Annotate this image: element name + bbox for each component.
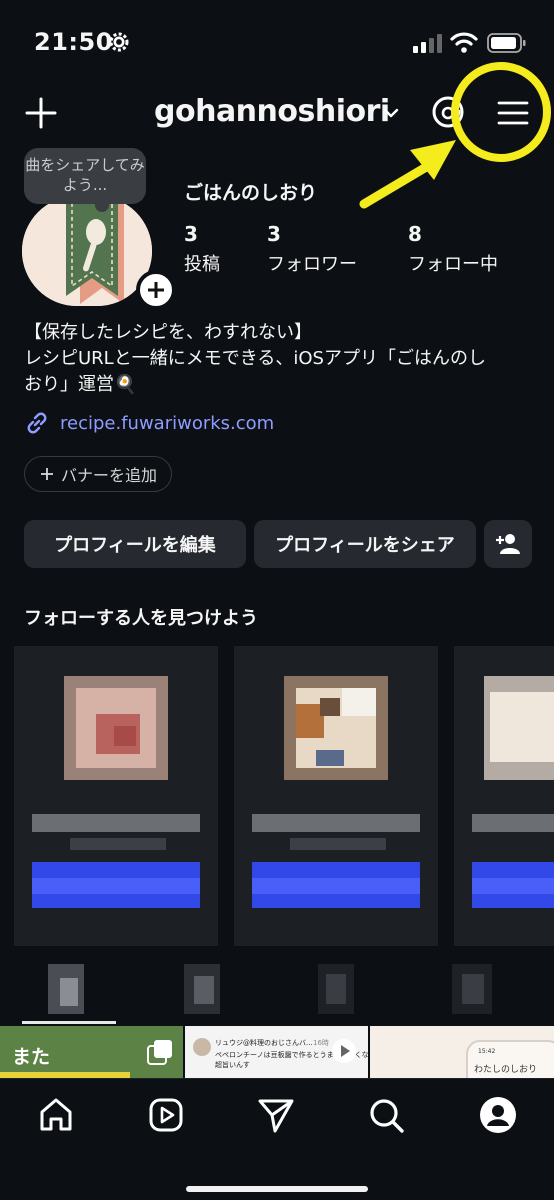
stat-following-label: フォロー中 [408,254,498,275]
reels-icon[interactable] [146,1095,186,1135]
bookmark-spoon-logo-icon [22,196,152,306]
threads-icon[interactable] [430,94,466,130]
posts-grid: また リュウジ@料理のおじさんバ... 16時 ペペロンチーノは豆板醤で作るとう… [0,1026,554,1078]
mockup-title: わたしのしおり [474,1065,538,1075]
stat-following[interactable]: 8 フォロー中 [408,222,498,276]
stat-posts[interactable]: 3 投稿 [184,222,220,276]
note-bubble-tail [95,198,109,212]
note-bubble[interactable]: 曲をシェアしてみよう... [24,148,146,204]
bio-line: 【保存したレシピを、わすれない】 [24,322,312,343]
grid-post[interactable]: また [0,1026,183,1078]
stat-followers-count: 3 [267,222,281,246]
post-avatar [193,1038,211,1056]
stat-following-count: 8 [408,222,422,246]
profile-link[interactable]: recipe.fuwariworks.com [24,408,274,438]
post-body: 超旨いんす [215,1061,250,1069]
suggested-account-card[interactable] [14,646,218,946]
grid-post[interactable]: 15:42 わたしのしおり [370,1026,554,1078]
edit-profile-label: プロフィールを編集 [54,535,216,556]
add-story-plus-icon[interactable] [136,270,176,310]
create-post-plus-icon[interactable] [24,96,58,130]
wifi-icon [450,32,478,53]
stat-posts-label: 投稿 [184,254,220,275]
profile-bio: 【保存したレシピを、わすれない】 レシピURLと一緒にメモできる、iOSアプリ「… [24,320,534,398]
share-profile-label: プロフィールをシェア [275,535,455,556]
home-indicator [186,1186,368,1192]
bio-line: レシピURLと一緒にメモできる、iOSアプリ「ごはんのし [24,348,486,369]
active-tab-indicator [22,1021,116,1024]
link-url[interactable]: recipe.fuwariworks.com [60,413,274,434]
direct-message-icon[interactable] [256,1095,296,1135]
link-icon [27,412,47,434]
bottom-navigation [0,1078,554,1200]
hamburger-menu-icon[interactable] [496,98,530,128]
post-body: ペペロンチーノは豆板醤で作るとうま味が深くなって [215,1051,383,1059]
search-icon[interactable] [366,1095,406,1135]
carousel-icon [147,1040,172,1065]
pixelated-tab-icons [48,964,492,1014]
profile-avatar-container[interactable] [22,196,176,310]
avatar[interactable] [22,196,152,306]
home-icon[interactable] [36,1095,76,1135]
add-person-icon [496,534,520,554]
note-text: 曲をシェアしてみよう... [25,156,145,194]
pixelated-suggestion-image [454,646,554,946]
discover-people-button[interactable] [484,520,532,568]
bio-line: おり」運営🍳 [24,374,137,395]
reel-play-icon [332,1039,356,1063]
cellular-signal-icon [413,34,442,53]
profile-content-tabs [0,960,554,1026]
suggested-account-card[interactable] [454,646,554,946]
suggested-accounts-carousel[interactable] [0,646,554,946]
mockup-time: 15:42 [478,1048,496,1055]
suggested-account-card[interactable] [234,646,438,946]
edit-profile-button[interactable]: プロフィールを編集 [24,520,246,568]
grid-post[interactable]: リュウジ@料理のおじさんバ... 16時 ペペロンチーノは豆板醤で作るとうま味が… [185,1026,382,1078]
chevron-down-icon[interactable] [382,106,400,120]
add-banner-button[interactable]: バナーを追加 [24,456,172,492]
add-banner-label: バナーを追加 [60,466,157,485]
status-bar: 21:50 [0,0,554,86]
pixelated-suggestion-image [14,646,218,946]
post-author: リュウジ@料理のおじさんバ... [215,1039,313,1047]
stat-posts-count: 3 [184,222,198,246]
post-time: 16時 [313,1039,329,1047]
profile-avatar-icon[interactable] [478,1095,518,1135]
account-username[interactable]: gohannoshiori [154,94,390,129]
settings-gear-icon [109,32,129,52]
pixelated-suggestion-image [234,646,438,946]
display-name: ごはんのしおり [184,182,318,204]
share-profile-button[interactable]: プロフィールをシェア [254,520,476,568]
suggestions-title: フォローする人を見つけよう [24,608,258,629]
battery-icon [487,33,526,53]
plus-icon [40,468,53,480]
stat-followers-label: フォロワー [267,254,357,275]
stat-followers[interactable]: 3 フォロワー [267,222,357,276]
profile-header: gohannoshiori [0,86,554,142]
post-caption: また [12,1046,51,1068]
status-time: 21:50 [34,28,113,56]
